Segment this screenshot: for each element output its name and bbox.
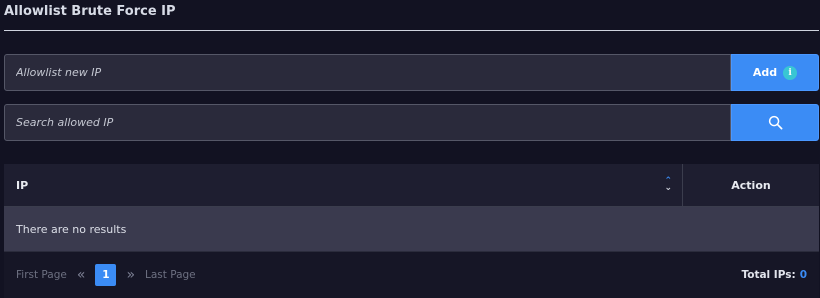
empty-results-row: There are no results <box>4 207 819 252</box>
search-row <box>4 104 819 141</box>
column-header-action: Action <box>731 178 771 192</box>
sort-down-icon: ⌄ <box>664 183 672 193</box>
last-page-link[interactable]: Last Page <box>145 269 196 281</box>
next-page-icon[interactable]: » <box>126 267 135 283</box>
search-button[interactable] <box>731 104 819 141</box>
add-button-label: Add <box>752 66 778 79</box>
previous-page-icon[interactable]: « <box>77 267 86 283</box>
info-icon[interactable]: i <box>783 65 798 80</box>
allowlist-table: IP ⌃ ⌄ Action There are no results First… <box>4 164 819 298</box>
allowlist-field-wrapper <box>4 54 731 91</box>
column-header-ip-label: IP <box>16 178 29 192</box>
page-number-current[interactable]: 1 <box>95 264 117 286</box>
allowlist-ip-input[interactable] <box>16 66 706 79</box>
total-ips-count: 0 <box>799 269 807 281</box>
allowlist-row: Add i <box>4 54 819 91</box>
title-divider <box>4 30 819 31</box>
search-icon <box>768 115 782 130</box>
add-button[interactable]: Add i <box>731 54 819 91</box>
search-field-wrapper <box>4 104 731 141</box>
column-header-ip[interactable]: IP ⌃ ⌄ <box>4 164 683 206</box>
first-page-link[interactable]: First Page <box>16 269 67 281</box>
table-header: IP ⌃ ⌄ Action <box>4 164 819 207</box>
pagination-bar: First Page « 1 » Last Page Total IPs: 0 <box>4 252 819 298</box>
sort-icon[interactable]: ⌃ ⌄ <box>664 177 672 193</box>
total-ips: Total IPs: 0 <box>741 269 807 281</box>
total-ips-label: Total IPs: <box>741 269 796 281</box>
search-input[interactable] <box>16 116 706 129</box>
pagination-controls: First Page « 1 » Last Page <box>16 264 196 286</box>
page-title: Allowlist Brute Force IP <box>4 4 176 19</box>
